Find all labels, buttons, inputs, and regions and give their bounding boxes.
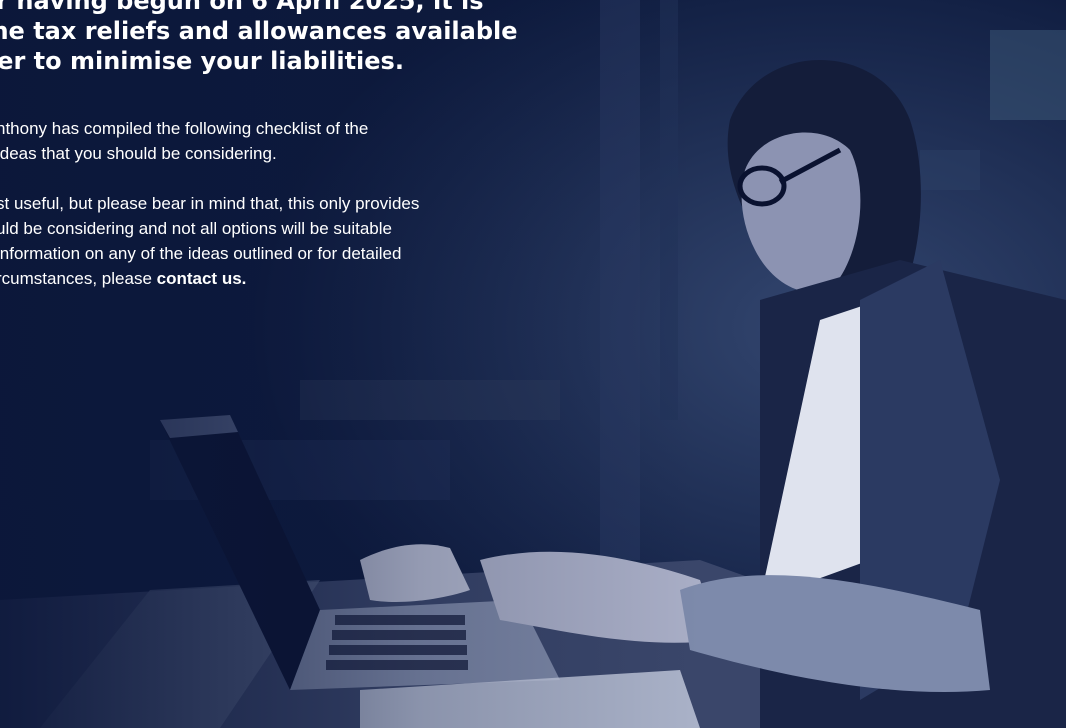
- intro-line: ideas that you should be considering.: [0, 144, 277, 163]
- headline-line: ar having begun on 6 April 2025, it is: [0, 0, 484, 15]
- note-paragraph: st useful, but please bear in mind that,…: [0, 191, 536, 291]
- hero-headline: ar having begun on 6 April 2025, it is t…: [0, 0, 560, 76]
- headline-line: der to minimise your liabilities.: [0, 47, 404, 75]
- contact-us-link[interactable]: contact us.: [157, 269, 247, 288]
- hero-body-copy: nthony has compiled the following checkl…: [0, 116, 536, 316]
- hero-section: ar having begun on 6 April 2025, it is t…: [0, 0, 1066, 728]
- hero-background-photo: [0, 0, 1066, 728]
- intro-line: nthony has compiled the following checkl…: [0, 119, 369, 138]
- note-line-last: rcumstances, please contact us.: [0, 266, 536, 291]
- note-line: st useful, but please bear in mind that,…: [0, 194, 420, 213]
- note-last-text: rcumstances, please: [0, 269, 157, 288]
- headline-line: the tax reliefs and allowances available: [0, 17, 518, 45]
- intro-paragraph: nthony has compiled the following checkl…: [0, 116, 536, 166]
- note-line: uld be considering and not all options w…: [0, 219, 392, 238]
- note-line: information on any of the ideas outlined…: [0, 244, 402, 263]
